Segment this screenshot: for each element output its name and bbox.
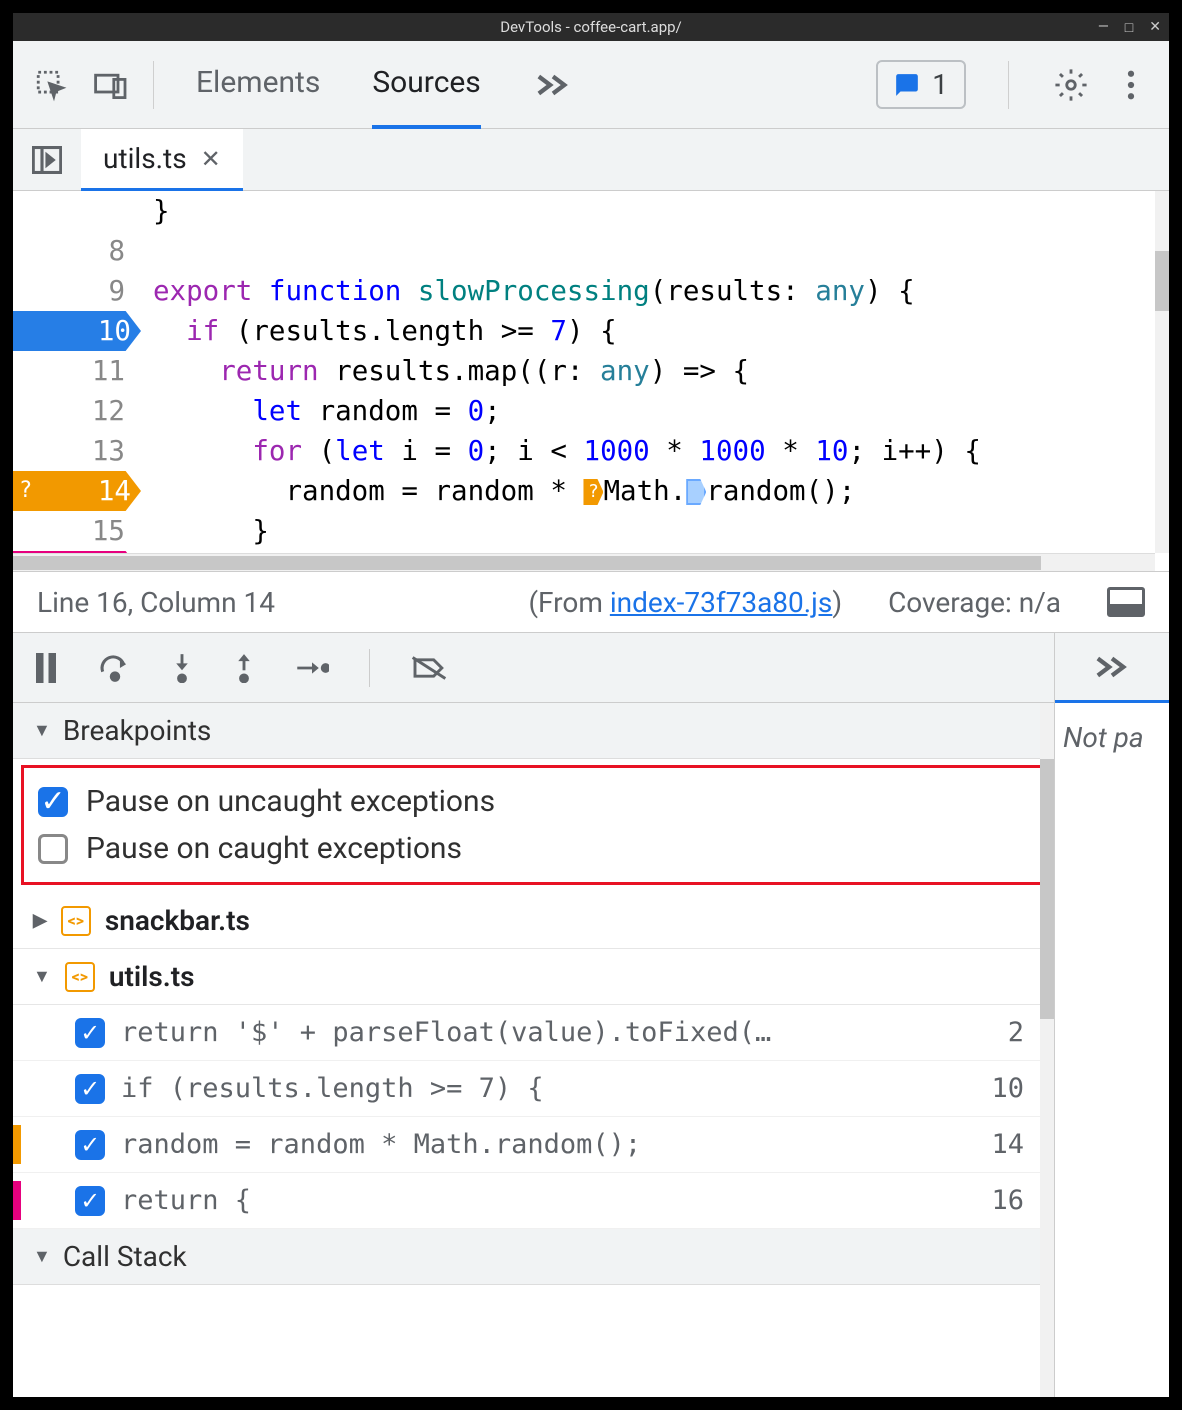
coverage-status: Coverage: n/a [888,586,1061,619]
main-toolbar: Elements Sources 1 [13,41,1169,129]
step-out-icon[interactable] [233,653,255,683]
breakpoint-code: return '$' + parseFloat(value).toFixed(… [121,1017,992,1048]
collapse-icon: ▼ [33,720,51,741]
pause-uncaught-row[interactable]: ✓ Pause on uncaught exceptions [38,778,1029,825]
file-tab-label: utils.ts [103,142,187,175]
breakpoint-row[interactable]: ✓ return '$' + parseFloat(value).toFixed(… [13,1005,1054,1061]
breakpoint-code: random = random * Math.random(); [121,1129,975,1160]
checkbox-checked-icon[interactable]: ✓ [75,1074,105,1104]
expand-icon: ▶ [33,910,47,931]
checkbox-checked-icon[interactable]: ✓ [75,1130,105,1160]
sourcemap-link[interactable]: index-73f73a80.js [610,586,832,619]
source-from: (From index-73f73a80.js) [528,586,842,619]
file-tab-bar: utils.ts ✕ [13,129,1169,191]
breakpoint-file-snackbar[interactable]: ▶ <> snackbar.ts [13,893,1054,949]
close-tab-icon[interactable]: ✕ [201,145,221,173]
checkbox-unchecked-icon[interactable] [38,834,68,864]
step-over-icon[interactable] [99,654,131,682]
code-editor[interactable]: 8910111213141516 }export function slowPr… [13,191,1169,571]
script-file-icon: <> [61,906,91,936]
issues-badge[interactable]: 1 [876,60,966,109]
breakpoint-row[interactable]: ✓ return { 16 [13,1173,1054,1229]
deactivate-breakpoints-icon[interactable] [410,654,448,682]
tab-elements[interactable]: Elements [196,41,320,129]
step-into-icon[interactable] [171,653,193,683]
cursor-position: Line 16, Column 14 [37,586,275,619]
breakpoint-line: 16 [991,1185,1024,1216]
not-paused-label: Not pa [1055,703,1169,772]
window-titlebar: DevTools - coffee-cart.app/ — □ ✕ [13,13,1169,41]
breakpoint-row[interactable]: ✓ random = random * Math.random(); 14 [13,1117,1054,1173]
navigator-toggle-icon[interactable] [13,129,81,190]
breakpoint-row[interactable]: ✓ if (results.length >= 7) { 10 [13,1061,1054,1117]
close-icon[interactable]: ✕ [1149,19,1161,36]
script-file-icon: <> [65,962,95,992]
window-title: DevTools - coffee-cart.app/ [500,18,682,36]
tab-sources[interactable]: Sources [372,41,480,129]
breakpoint-code: if (results.length >= 7) { [121,1073,975,1104]
right-sidebar: Not pa [1055,633,1169,1397]
breakpoint-file-utils[interactable]: ▼ <> utils.ts [13,949,1054,1005]
checkbox-checked-icon[interactable]: ✓ [75,1186,105,1216]
collapse-icon: ▼ [33,966,51,987]
vertical-scrollbar[interactable] [1040,703,1054,1397]
exception-breakpoints-highlight: ✓ Pause on uncaught exceptions Pause on … [21,765,1046,885]
maximize-icon[interactable]: □ [1125,19,1133,36]
device-toggle-icon[interactable] [91,65,131,105]
step-icon[interactable] [295,657,329,679]
more-tabs-icon[interactable] [533,65,573,105]
file-tab-utils[interactable]: utils.ts ✕ [81,129,243,191]
issues-count: 1 [932,68,948,101]
breakpoint-line: 10 [991,1073,1024,1104]
kebab-menu-icon[interactable] [1111,65,1151,105]
checkbox-checked-icon[interactable]: ✓ [75,1018,105,1048]
breakpoint-line: 14 [991,1129,1024,1160]
editor-statusbar: Line 16, Column 14 (From index-73f73a80.… [13,571,1169,633]
drawer-toggle-icon[interactable] [1107,587,1145,617]
breakpoint-code: return { [121,1185,975,1216]
vertical-scrollbar[interactable] [1155,191,1169,553]
checkbox-checked-icon[interactable]: ✓ [38,787,68,817]
minimize-icon[interactable]: — [1098,19,1109,36]
pause-icon[interactable] [33,653,59,683]
pause-caught-row[interactable]: Pause on caught exceptions [38,825,1029,872]
debugger-toolbar [13,633,1054,703]
settings-icon[interactable] [1051,65,1091,105]
horizontal-scrollbar[interactable] [13,553,1155,571]
inspect-icon[interactable] [31,65,71,105]
more-panes-icon[interactable] [1055,633,1169,703]
breakpoint-line: 2 [1008,1017,1024,1048]
collapse-icon: ▼ [33,1246,51,1267]
breakpoints-section-header[interactable]: ▼ Breakpoints [13,703,1054,759]
callstack-section-header[interactable]: ▼ Call Stack [13,1229,1054,1285]
